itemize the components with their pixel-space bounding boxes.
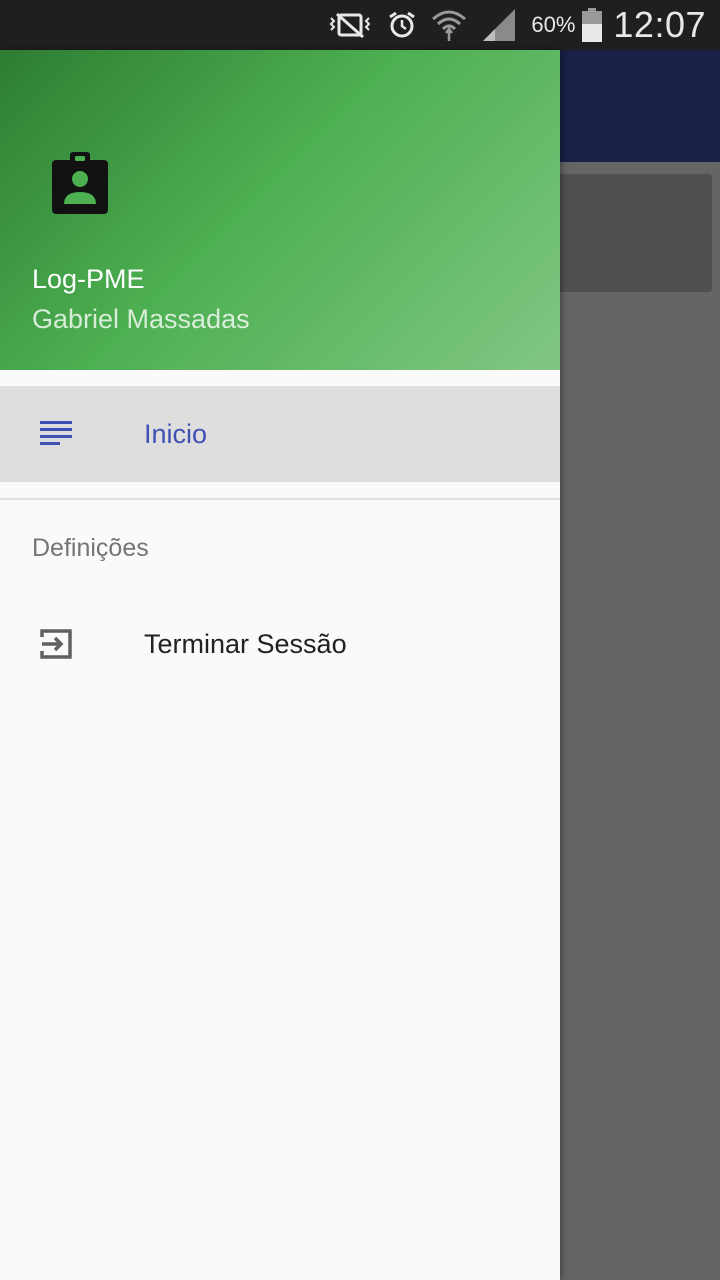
divider bbox=[0, 498, 560, 500]
screen: 60% 12:07 Log-PME Gabriel Massadas Inici… bbox=[0, 0, 720, 1280]
menu-item-label: Inicio bbox=[144, 418, 208, 449]
wifi-icon bbox=[431, 7, 467, 43]
list-icon bbox=[38, 416, 74, 452]
drawer-header: Log-PME Gabriel Massadas bbox=[0, 50, 560, 370]
drawer-subtitle: Gabriel Massadas bbox=[32, 304, 250, 334]
menu-item-terminar-sessao[interactable]: Terminar Sessão bbox=[0, 596, 560, 692]
battery-icon bbox=[581, 8, 603, 42]
logout-icon bbox=[38, 626, 74, 662]
status-bar: 60% 12:07 bbox=[0, 0, 720, 50]
signal-icon bbox=[481, 9, 517, 41]
clock: 12:07 bbox=[613, 4, 706, 45]
alarm-icon bbox=[387, 10, 417, 40]
badge-icon bbox=[52, 152, 108, 214]
menu-item-inicio[interactable]: Inicio bbox=[0, 386, 560, 482]
menu-item-label: Terminar Sessão bbox=[144, 628, 347, 659]
battery-percent: 60% bbox=[531, 12, 576, 37]
drawer-title: Log-PME bbox=[32, 264, 145, 294]
navigation-drawer: Log-PME Gabriel Massadas Inicio Definiçõ… bbox=[0, 50, 560, 1280]
vibrate-icon bbox=[327, 10, 373, 40]
section-title-definicoes: Definições bbox=[32, 534, 149, 562]
app-card bbox=[540, 174, 712, 292]
